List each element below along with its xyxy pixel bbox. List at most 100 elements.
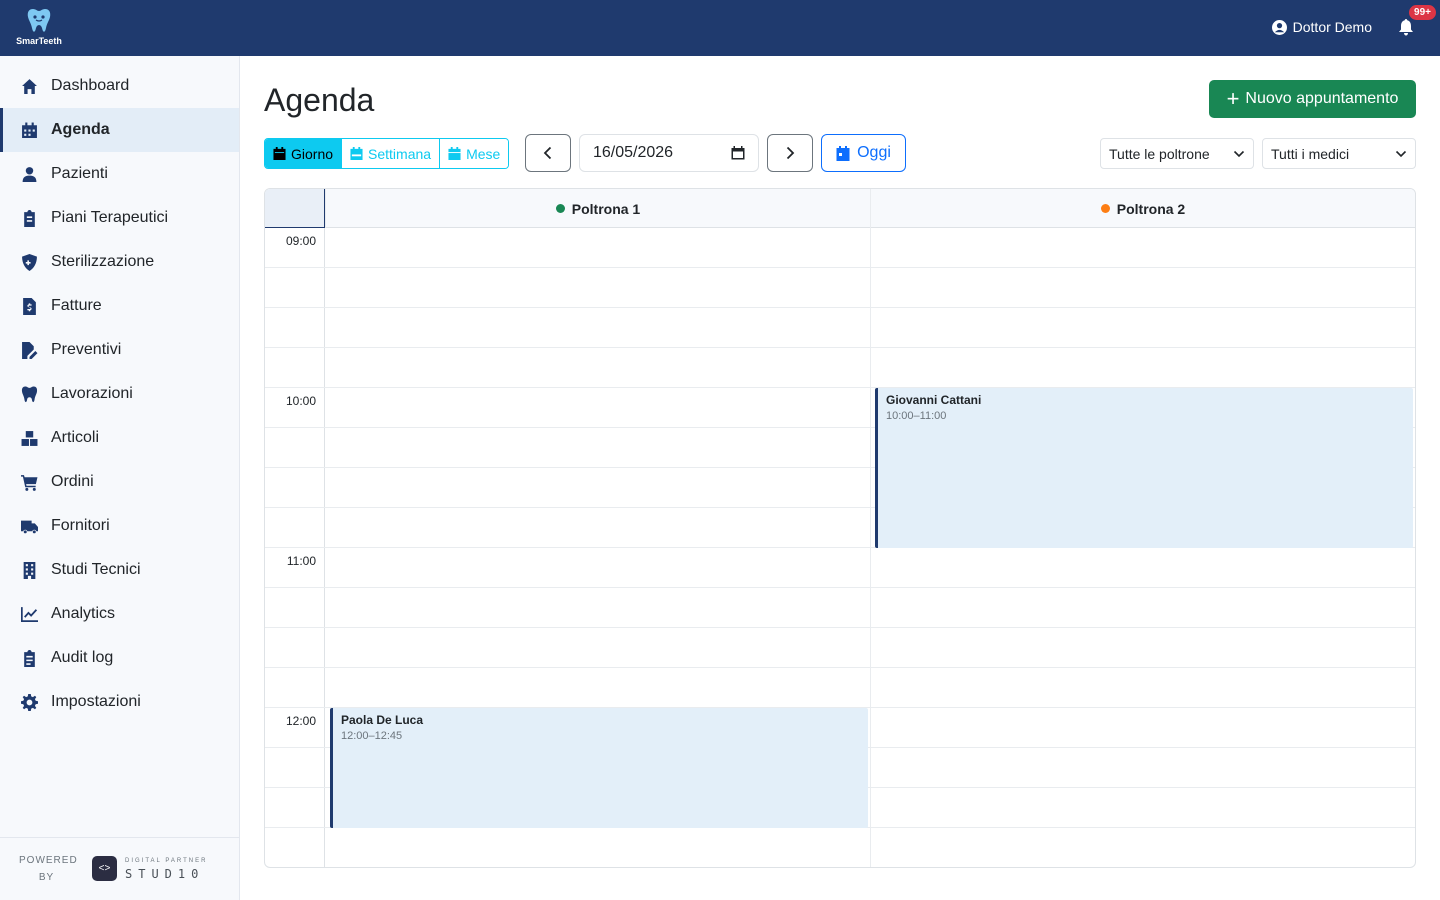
sidebar-item-label: Studi Tecnici [51,561,141,578]
powered-by-label: POWERED BY [19,852,78,886]
chart-line-icon [20,605,38,623]
sidebar: Dashboard Agenda Pazienti Piani Terapeut… [0,56,240,900]
sidebar-item-sterilizzazione[interactable]: Sterilizzazione [0,240,239,284]
column-header-poltrona-2: Poltrona 2 [870,189,1415,228]
grid-slot-line [265,667,1415,668]
notifications-badge: 99+ [1409,5,1436,20]
partner-name: STUD10 [125,867,205,881]
sidebar-item-fornitori[interactable]: Fornitori [0,504,239,548]
grid-slot-line [265,587,1415,588]
view-month-button[interactable]: Mese [440,139,509,168]
app-logo[interactable]: SmarTeeth [14,8,64,50]
view-week-button[interactable]: Settimana [342,139,441,168]
view-label: Mese [466,145,501,162]
user-menu[interactable]: Dottor Demo [1271,19,1372,35]
previous-day-button[interactable] [525,134,571,172]
user-circle-icon [1271,19,1287,35]
today-button[interactable]: Oggi [821,134,906,172]
sidebar-item-impostazioni[interactable]: Impostazioni [0,680,239,724]
next-day-button[interactable] [767,134,813,172]
sidebar-item-articoli[interactable]: Articoli [0,416,239,460]
sidebar-item-pazienti[interactable]: Pazienti [0,152,239,196]
tooth-icon [20,385,38,403]
grid-slot-line [265,267,1415,268]
time-label: 10:00 [285,394,316,408]
clipboard-list-icon [20,649,38,667]
view-day-button[interactable]: Giorno [265,139,343,168]
sidebar-item-fatture[interactable]: Fatture [0,284,239,328]
shield-icon [20,253,38,271]
appointment-event[interactable]: Paola De Luca 12:00–12:45 [330,708,868,828]
building-icon [20,561,38,579]
date-input[interactable]: 16/05/2026 [579,134,759,172]
time-label: 12:00 [285,714,316,728]
calendar-picker-icon[interactable] [731,146,745,160]
time-column: 09:00 10:00 11:00 12:00 [265,228,325,867]
doctor-filter-value: Tutti i medici [1271,145,1350,162]
powered-line: POWERED [19,855,78,866]
appointment-patient: Giovanni Cattani [886,393,982,407]
tooth-logo-icon [27,9,51,32]
day-calendar: Poltrona 1 Poltrona 2 09:00 10:00 11:00 12:… [264,188,1416,868]
column-separator [870,228,871,867]
chair-filter-select[interactable]: Tutte le poltrone [1100,138,1254,169]
invoice-icon [20,297,38,315]
appointment-time: 10:00–11:00 [886,410,947,422]
column-header-poltrona-1: Poltrona 1 [325,189,870,228]
new-appointment-button[interactable]: + Nuovo appuntamento [1209,80,1416,118]
sidebar-item-preventivi[interactable]: Preventivi [0,328,239,372]
bell-icon [1399,19,1413,36]
boxes-icon [20,429,38,447]
chevron-right-icon [786,146,795,160]
app-name: SmarTeeth [16,36,62,46]
partner-subtitle: DIGITAL PARTNER [125,858,208,864]
sidebar-item-label: Impostazioni [51,693,141,710]
appointment-patient: Paola De Luca [341,713,424,727]
appointment-event[interactable]: Giovanni Cattani 10:00–11:00 [875,388,1413,548]
calendar-header: Poltrona 1 Poltrona 2 [265,189,1415,228]
file-pen-icon [20,341,38,359]
sidebar-item-agenda[interactable]: Agenda [0,108,239,152]
chevron-left-icon [543,146,552,160]
date-value: 16/05/2026 [593,144,674,161]
plus-icon: + [1226,86,1240,111]
doctor-filter-select[interactable]: Tutti i medici [1262,138,1416,169]
code-brackets-icon[interactable]: <> [92,856,117,881]
chevron-down-icon [1233,150,1245,157]
view-label: Giorno [291,145,334,162]
sidebar-item-ordini[interactable]: Ordini [0,460,239,504]
sidebar-item-label: Fatture [51,297,102,314]
sidebar-item-label: Lavorazioni [51,385,133,402]
chair-color-dot [1100,204,1110,213]
cart-icon [20,473,38,491]
calendar-today-icon [836,145,850,161]
sidebar-item-label: Analytics [51,605,116,622]
sidebar-item-piani-terapeutici[interactable]: Piani Terapeutici [0,196,239,240]
view-label: Settimana [368,145,432,162]
calendar-month-icon [448,147,461,160]
calendar-corner [265,189,325,228]
new-appointment-label: Nuovo appuntamento [1245,90,1399,107]
sidebar-item-analytics[interactable]: Analytics [0,592,239,636]
calendar-week-icon [350,147,363,160]
sidebar-item-label: Sterilizzazione [51,253,155,270]
chevron-down-icon [1395,150,1407,157]
sidebar-item-lavorazioni[interactable]: Lavorazioni [0,372,239,416]
sidebar-item-dashboard[interactable]: Dashboard [0,64,239,108]
user-name: Dottor Demo [1292,19,1372,35]
time-label: 11:00 [286,554,316,568]
sidebar-item-label: Preventivi [51,341,122,358]
grid-slot-line [265,347,1415,348]
grid-slot-line [265,627,1415,628]
clipboard-icon [20,209,38,227]
sidebar-item-audit-log[interactable]: Audit log [0,636,239,680]
sidebar-item-label: Piani Terapeutici [51,209,169,226]
sidebar-item-label: Pazienti [51,165,108,182]
notifications-button[interactable] [1398,19,1416,37]
calendar-day-icon [273,147,286,160]
sidebar-item-label: Agenda [51,121,110,138]
chair-color-dot [555,204,565,213]
sidebar-item-studi-tecnici[interactable]: Studi Tecnici [0,548,239,592]
top-navbar: SmarTeeth Dottor Demo 99+ [0,0,1440,56]
today-label: Oggi [857,144,891,161]
